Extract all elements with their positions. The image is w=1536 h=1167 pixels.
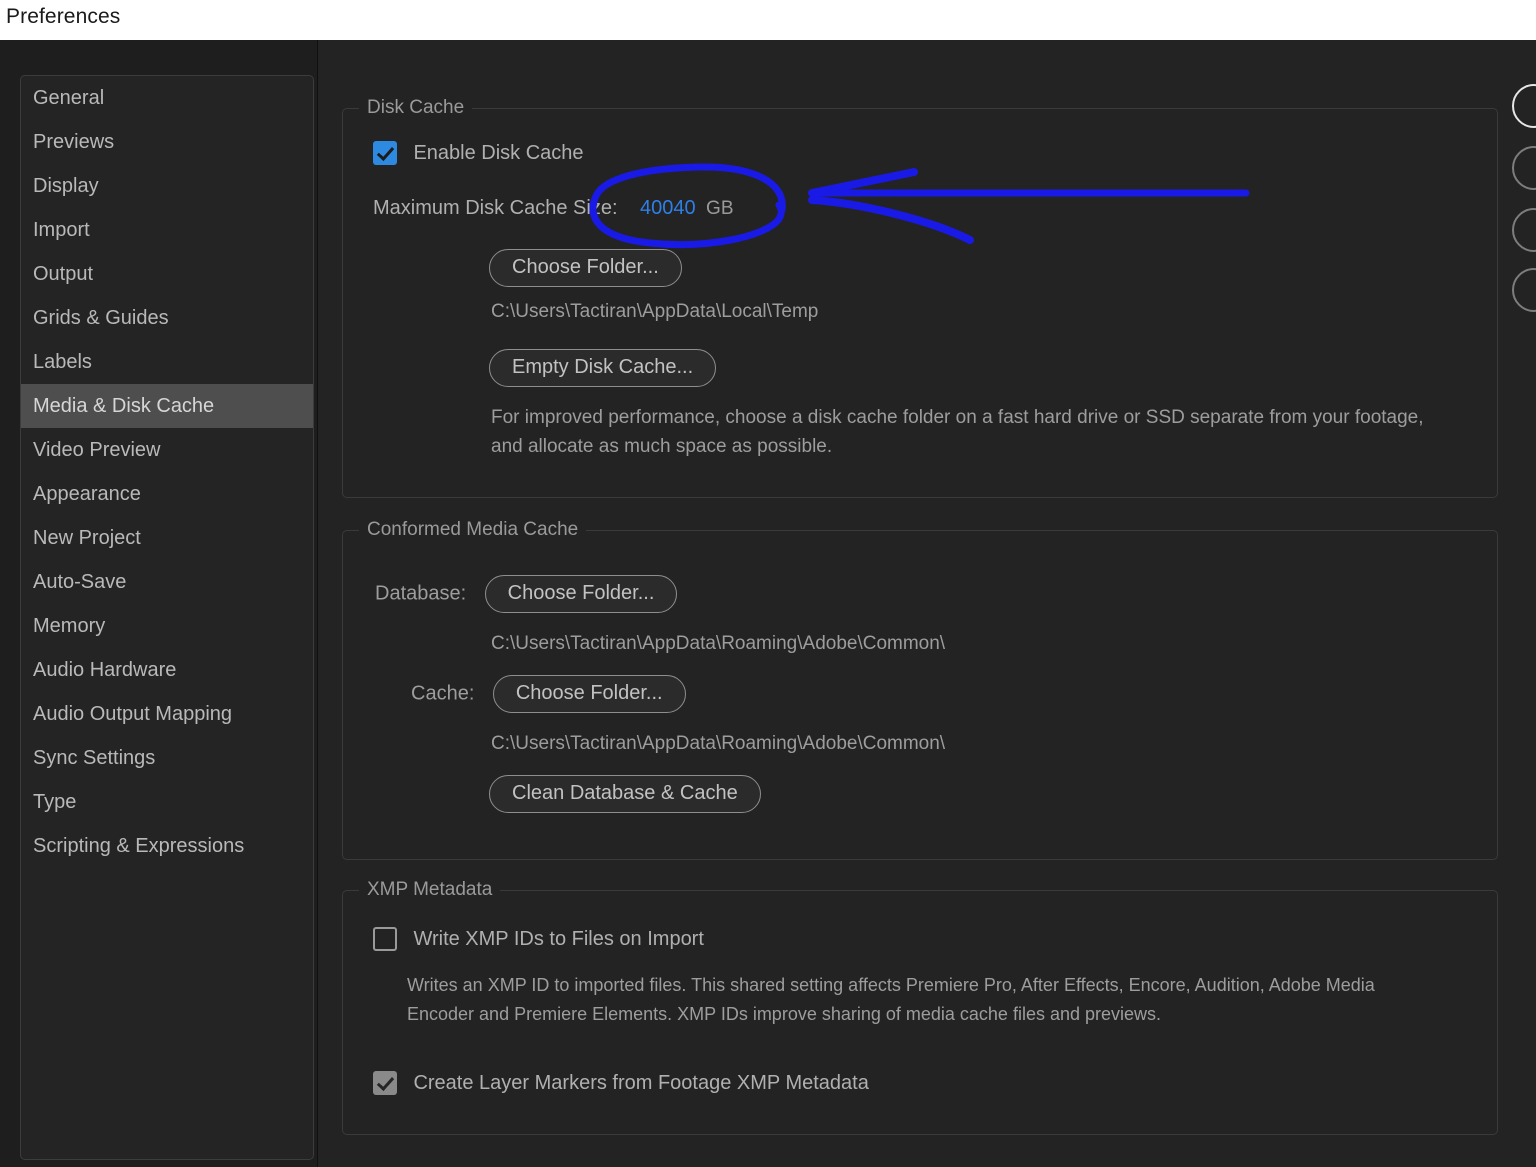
sidebar-item-video-preview[interactable]: Video Preview [21,428,313,472]
sidebar-item-appearance[interactable]: Appearance [21,472,313,516]
sidebar-item-display[interactable]: Display [21,164,313,208]
sidebar-item-grids-guides[interactable]: Grids & Guides [21,296,313,340]
sidebar-item-auto-save[interactable]: Auto-Save [21,560,313,604]
enable-disk-cache-row[interactable]: Enable Disk Cache [373,141,584,165]
write-xmp-ids-description: Writes an XMP ID to imported files. This… [407,975,1375,1024]
sidebar-item-label: Display [33,175,99,197]
sidebar-item-label: Memory [33,615,106,637]
sidebar-item-general[interactable]: General [21,76,313,120]
create-layer-markers-label: Create Layer Markers from Footage XMP Me… [413,1071,869,1094]
sidebar-item-label: Sync Settings [33,747,156,769]
sidebar-item-output[interactable]: Output [21,252,313,296]
conformed-media-cache-group: Conformed Media Cache Database: Choose F… [342,519,1498,860]
disk-cache-path: C:\Users\Tactiran\AppData\Local\Temp [491,301,819,322]
sidebar-item-label: Video Preview [33,439,161,461]
preferences-content: Disk Cache Enable Disk Cache Maximum Dis… [318,40,1536,1167]
disk-cache-help-text: For improved performance, choose a disk … [491,407,1424,457]
sidebar-item-label: Media & Disk Cache [33,395,215,417]
sidebar-item-label: Audio Hardware [33,659,177,681]
maximum-disk-cache-size-label: Maximum Disk Cache Size: [373,197,618,219]
sidebar-item-scripting-expressions[interactable]: Scripting & Expressions [21,824,313,868]
sidebar-item-media-disk-cache[interactable]: Media & Disk Cache [21,384,313,428]
write-xmp-ids-label: Write XMP IDs to Files on Import [413,927,704,950]
disk-cache-group-label: Disk Cache [359,97,473,119]
create-layer-markers-checkbox[interactable] [373,1071,397,1095]
sidebar-item-memory[interactable]: Memory [21,604,313,648]
window-title-bar: Preferences [0,0,1536,40]
enable-disk-cache-checkbox[interactable] [373,141,397,165]
conformed-cache-row: Cache: Choose Folder... [411,675,686,713]
sidebar-item-label: Previews [33,131,115,153]
conformed-cache-choose-folder-button[interactable]: Choose Folder... [492,675,686,713]
sidebar-item-label: Output [33,263,94,285]
enable-disk-cache-label: Enable Disk Cache [413,141,584,164]
sidebar-item-previews[interactable]: Previews [21,120,313,164]
sidebar-item-sync-settings[interactable]: Sync Settings [21,736,313,780]
maximum-disk-cache-size-value[interactable]: 40040 [640,197,696,219]
sidebar-item-type[interactable]: Type [21,780,313,824]
disk-cache-group: Disk Cache Enable Disk Cache Maximum Dis… [342,97,1498,498]
sidebar-item-label: Audio Output Mapping [33,703,233,725]
preferences-dialog: General Previews Display Import Output Grids … [0,40,1536,1167]
sidebar-item-import[interactable]: Import [21,208,313,252]
conformed-database-path: C:\Users\Tactiran\AppData\Roaming\Adobe\… [491,633,946,654]
preferences-category-list[interactable]: General Previews Display Import Output Grids … [20,75,314,1160]
sidebar-item-label: Grids & Guides [33,307,169,329]
preferences-sidebar: General Previews Display Import Output Grids … [0,40,318,1167]
conformed-database-row: Database: Choose Folder... [375,575,678,613]
empty-disk-cache-button[interactable]: Empty Disk Cache... [489,349,717,387]
sidebar-item-label: Appearance [33,483,141,505]
sidebar-item-label: Auto-Save [33,571,127,593]
xmp-metadata-group: XMP Metadata Write XMP IDs to Files on I… [342,879,1498,1135]
sidebar-item-label: General [33,87,105,109]
create-layer-markers-row[interactable]: Create Layer Markers from Footage XMP Me… [373,1071,869,1095]
conformed-cache-label: Cache: [411,682,475,705]
sidebar-item-new-project[interactable]: New Project [21,516,313,560]
conformed-database-choose-folder-button[interactable]: Choose Folder... [484,575,678,613]
disk-cache-choose-folder-button[interactable]: Choose Folder... [489,249,682,287]
sidebar-item-label: Scripting & Expressions [33,835,245,857]
sidebar-item-label: Import [33,219,90,241]
sidebar-item-label: Type [33,791,77,813]
conformed-database-label: Database: [375,582,467,605]
write-xmp-ids-row[interactable]: Write XMP IDs to Files on Import [373,927,704,951]
window-title: Preferences [6,5,121,28]
write-xmp-ids-checkbox[interactable] [373,927,397,951]
clean-database-and-cache-button[interactable]: Clean Database & Cache [489,775,761,813]
disk-cache-choose-folder-row: Choose Folder... [489,249,682,287]
xmp-metadata-group-label: XMP Metadata [359,879,501,901]
sidebar-item-audio-output-mapping[interactable]: Audio Output Mapping [21,692,313,736]
sidebar-item-audio-hardware[interactable]: Audio Hardware [21,648,313,692]
sidebar-item-labels[interactable]: Labels [21,340,313,384]
maximum-disk-cache-size-row[interactable]: Maximum Disk Cache Size: 40040 GB [373,197,734,220]
empty-disk-cache-row: Empty Disk Cache... [489,349,717,387]
sidebar-item-label: Labels [33,351,92,373]
conformed-media-cache-group-label: Conformed Media Cache [359,519,587,541]
conformed-cache-path: C:\Users\Tactiran\AppData\Roaming\Adobe\… [491,733,946,754]
maximum-disk-cache-size-unit: GB [706,197,734,219]
sidebar-item-label: New Project [33,527,141,549]
clean-database-cache-row: Clean Database & Cache [489,775,761,813]
